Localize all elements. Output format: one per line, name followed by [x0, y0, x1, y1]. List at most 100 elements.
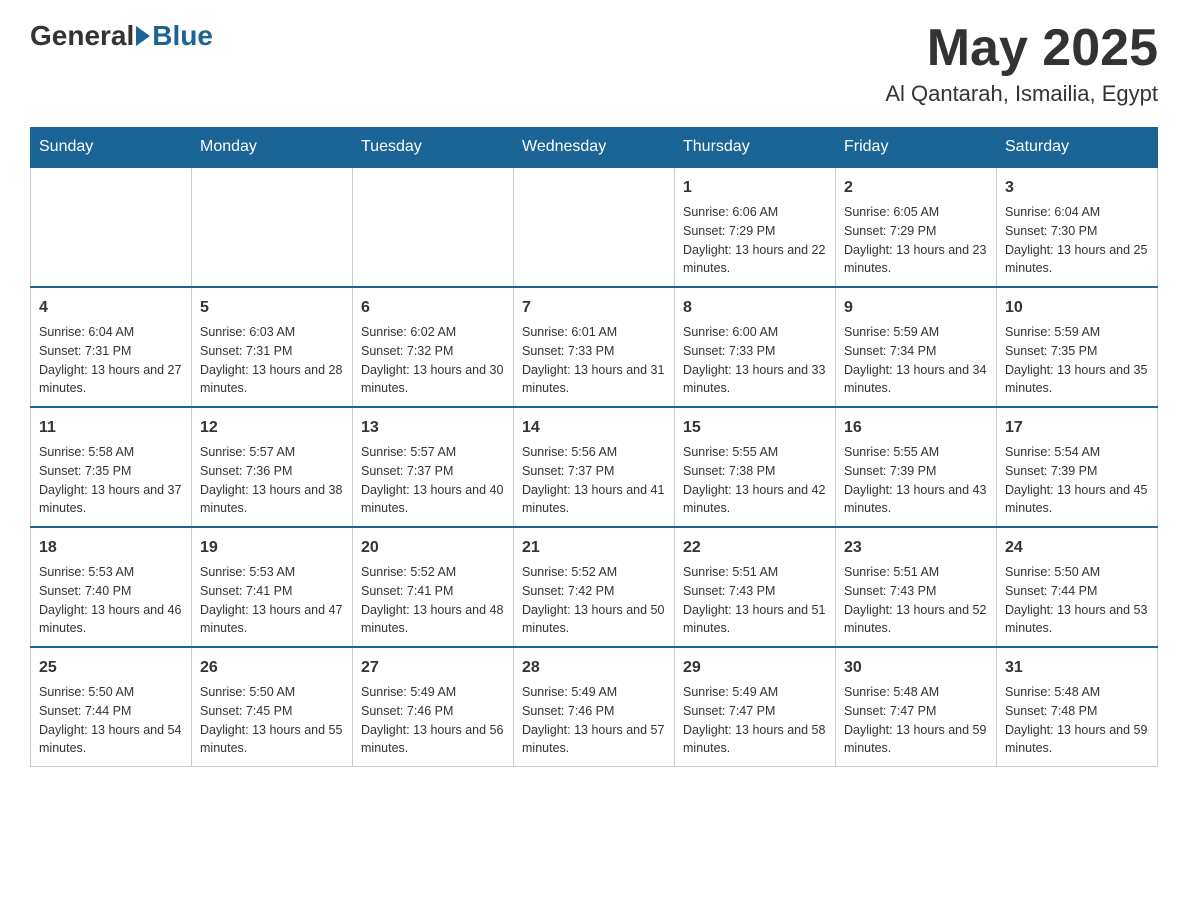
- weekday-header-friday: Friday: [836, 128, 997, 168]
- logo-blue-text: Blue: [152, 20, 213, 52]
- day-info: Sunrise: 5:53 AMSunset: 7:41 PMDaylight:…: [200, 563, 344, 638]
- weekday-header-sunday: Sunday: [31, 128, 192, 168]
- day-info: Sunrise: 6:04 AMSunset: 7:31 PMDaylight:…: [39, 323, 183, 398]
- day-info: Sunrise: 5:56 AMSunset: 7:37 PMDaylight:…: [522, 443, 666, 518]
- day-number: 16: [844, 416, 988, 440]
- day-info: Sunrise: 5:49 AMSunset: 7:46 PMDaylight:…: [522, 683, 666, 758]
- day-number: 19: [200, 536, 344, 560]
- calendar-week-row: 1 Sunrise: 6:06 AMSunset: 7:29 PMDaylight…: [31, 167, 1158, 287]
- calendar-cell: 24 Sunrise: 5:50 AMSunset: 7:44 PMDayligh…: [997, 527, 1158, 647]
- day-info: Sunrise: 6:00 AMSunset: 7:33 PMDaylight:…: [683, 323, 827, 398]
- calendar-cell: 25 Sunrise: 5:50 AMSunset: 7:44 PMDayligh…: [31, 647, 192, 767]
- day-number: 6: [361, 296, 505, 320]
- day-info: Sunrise: 6:02 AMSunset: 7:32 PMDaylight:…: [361, 323, 505, 398]
- day-info: Sunrise: 5:50 AMSunset: 7:44 PMDaylight:…: [1005, 563, 1149, 638]
- calendar-cell: 5 Sunrise: 6:03 AMSunset: 7:31 PMDaylight…: [192, 287, 353, 407]
- day-number: 4: [39, 296, 183, 320]
- day-number: 21: [522, 536, 666, 560]
- weekday-header-saturday: Saturday: [997, 128, 1158, 168]
- calendar-cell: 27Sunrise: 5:49 AMSunset: 7:46 PMDayligh…: [353, 647, 514, 767]
- day-info: Sunrise: 5:57 AMSunset: 7:36 PMDaylight:…: [200, 443, 344, 518]
- logo-general-text: General: [30, 20, 134, 52]
- day-number: 9: [844, 296, 988, 320]
- day-number: 11: [39, 416, 183, 440]
- day-number: 17: [1005, 416, 1149, 440]
- day-number: 30: [844, 656, 988, 680]
- day-number: 1: [683, 176, 827, 200]
- calendar-cell: 21 Sunrise: 5:52 AMSunset: 7:42 PMDayligh…: [514, 527, 675, 647]
- calendar-cell: 11 Sunrise: 5:58 AMSunset: 7:35 PMDayligh…: [31, 407, 192, 527]
- calendar-cell: 10Sunrise: 5:59 AMSunset: 7:35 PMDayligh…: [997, 287, 1158, 407]
- calendar-cell: 6 Sunrise: 6:02 AMSunset: 7:32 PMDaylight…: [353, 287, 514, 407]
- day-number: 24: [1005, 536, 1149, 560]
- calendar-week-row: 18Sunrise: 5:53 AMSunset: 7:40 PMDayligh…: [31, 527, 1158, 647]
- calendar-week-row: 25 Sunrise: 5:50 AMSunset: 7:44 PMDayligh…: [31, 647, 1158, 767]
- calendar-cell: [514, 167, 675, 287]
- calendar-cell: 22Sunrise: 5:51 AMSunset: 7:43 PMDayligh…: [675, 527, 836, 647]
- calendar-cell: 1 Sunrise: 6:06 AMSunset: 7:29 PMDaylight…: [675, 167, 836, 287]
- day-info: Sunrise: 5:51 AMSunset: 7:43 PMDaylight:…: [844, 563, 988, 638]
- day-number: 7: [522, 296, 666, 320]
- calendar-cell: 17 Sunrise: 5:54 AMSunset: 7:39 PMDayligh…: [997, 407, 1158, 527]
- day-number: 20: [361, 536, 505, 560]
- location-title: Al Qantarah, Ismailia, Egypt: [885, 81, 1158, 107]
- day-number: 14: [522, 416, 666, 440]
- day-number: 12: [200, 416, 344, 440]
- day-info: Sunrise: 5:52 AMSunset: 7:42 PMDaylight:…: [522, 563, 666, 638]
- day-info: Sunrise: 6:03 AMSunset: 7:31 PMDaylight:…: [200, 323, 344, 398]
- calendar-cell: 19 Sunrise: 5:53 AMSunset: 7:41 PMDayligh…: [192, 527, 353, 647]
- day-number: 15: [683, 416, 827, 440]
- month-title: May 2025: [885, 20, 1158, 77]
- calendar-cell: 14 Sunrise: 5:56 AMSunset: 7:37 PMDayligh…: [514, 407, 675, 527]
- day-info: Sunrise: 5:58 AMSunset: 7:35 PMDaylight:…: [39, 443, 183, 518]
- calendar-cell: [353, 167, 514, 287]
- day-number: 29: [683, 656, 827, 680]
- day-info: Sunrise: 5:49 AMSunset: 7:46 PMDaylight:…: [361, 683, 505, 758]
- calendar-cell: 2 Sunrise: 6:05 AMSunset: 7:29 PMDaylight…: [836, 167, 997, 287]
- day-number: 23: [844, 536, 988, 560]
- calendar-table: SundayMondayTuesdayWednesdayThursdayFrid…: [30, 127, 1158, 767]
- day-number: 31: [1005, 656, 1149, 680]
- day-info: Sunrise: 6:01 AMSunset: 7:33 PMDaylight:…: [522, 323, 666, 398]
- day-number: 2: [844, 176, 988, 200]
- day-info: Sunrise: 6:06 AMSunset: 7:29 PMDaylight:…: [683, 203, 827, 278]
- day-info: Sunrise: 5:59 AMSunset: 7:34 PMDaylight:…: [844, 323, 988, 398]
- calendar-cell: 16 Sunrise: 5:55 AMSunset: 7:39 PMDayligh…: [836, 407, 997, 527]
- day-info: Sunrise: 5:51 AMSunset: 7:43 PMDaylight:…: [683, 563, 827, 638]
- page-header: General Blue May 2025 Al Qantarah, Ismai…: [30, 20, 1158, 107]
- calendar-week-row: 11 Sunrise: 5:58 AMSunset: 7:35 PMDayligh…: [31, 407, 1158, 527]
- calendar-cell: 15 Sunrise: 5:55 AMSunset: 7:38 PMDayligh…: [675, 407, 836, 527]
- day-number: 18: [39, 536, 183, 560]
- calendar-cell: 18Sunrise: 5:53 AMSunset: 7:40 PMDayligh…: [31, 527, 192, 647]
- calendar-cell: 12 Sunrise: 5:57 AMSunset: 7:36 PMDayligh…: [192, 407, 353, 527]
- day-info: Sunrise: 5:50 AMSunset: 7:44 PMDaylight:…: [39, 683, 183, 758]
- weekday-header-tuesday: Tuesday: [353, 128, 514, 168]
- day-info: Sunrise: 5:55 AMSunset: 7:39 PMDaylight:…: [844, 443, 988, 518]
- calendar-week-row: 4 Sunrise: 6:04 AMSunset: 7:31 PMDaylight…: [31, 287, 1158, 407]
- day-info: Sunrise: 5:55 AMSunset: 7:38 PMDaylight:…: [683, 443, 827, 518]
- calendar-cell: 23 Sunrise: 5:51 AMSunset: 7:43 PMDayligh…: [836, 527, 997, 647]
- day-info: Sunrise: 5:54 AMSunset: 7:39 PMDaylight:…: [1005, 443, 1149, 518]
- calendar-cell: 31Sunrise: 5:48 AMSunset: 7:48 PMDayligh…: [997, 647, 1158, 767]
- day-number: 28: [522, 656, 666, 680]
- day-number: 10: [1005, 296, 1149, 320]
- day-number: 26: [200, 656, 344, 680]
- calendar-cell: 29 Sunrise: 5:49 AMSunset: 7:47 PMDayligh…: [675, 647, 836, 767]
- title-section: May 2025 Al Qantarah, Ismailia, Egypt: [885, 20, 1158, 107]
- calendar-cell: [192, 167, 353, 287]
- day-number: 25: [39, 656, 183, 680]
- day-info: Sunrise: 5:50 AMSunset: 7:45 PMDaylight:…: [200, 683, 344, 758]
- calendar-cell: 3Sunrise: 6:04 AMSunset: 7:30 PMDaylight…: [997, 167, 1158, 287]
- calendar-cell: [31, 167, 192, 287]
- day-info: Sunrise: 5:52 AMSunset: 7:41 PMDaylight:…: [361, 563, 505, 638]
- day-info: Sunrise: 5:48 AMSunset: 7:47 PMDaylight:…: [844, 683, 988, 758]
- calendar-cell: 9 Sunrise: 5:59 AMSunset: 7:34 PMDaylight…: [836, 287, 997, 407]
- calendar-cell: 20 Sunrise: 5:52 AMSunset: 7:41 PMDayligh…: [353, 527, 514, 647]
- logo: General Blue: [30, 20, 213, 52]
- weekday-header-wednesday: Wednesday: [514, 128, 675, 168]
- day-info: Sunrise: 6:05 AMSunset: 7:29 PMDaylight:…: [844, 203, 988, 278]
- calendar-cell: 28 Sunrise: 5:49 AMSunset: 7:46 PMDayligh…: [514, 647, 675, 767]
- day-number: 5: [200, 296, 344, 320]
- day-info: Sunrise: 5:57 AMSunset: 7:37 PMDaylight:…: [361, 443, 505, 518]
- day-info: Sunrise: 5:49 AMSunset: 7:47 PMDaylight:…: [683, 683, 827, 758]
